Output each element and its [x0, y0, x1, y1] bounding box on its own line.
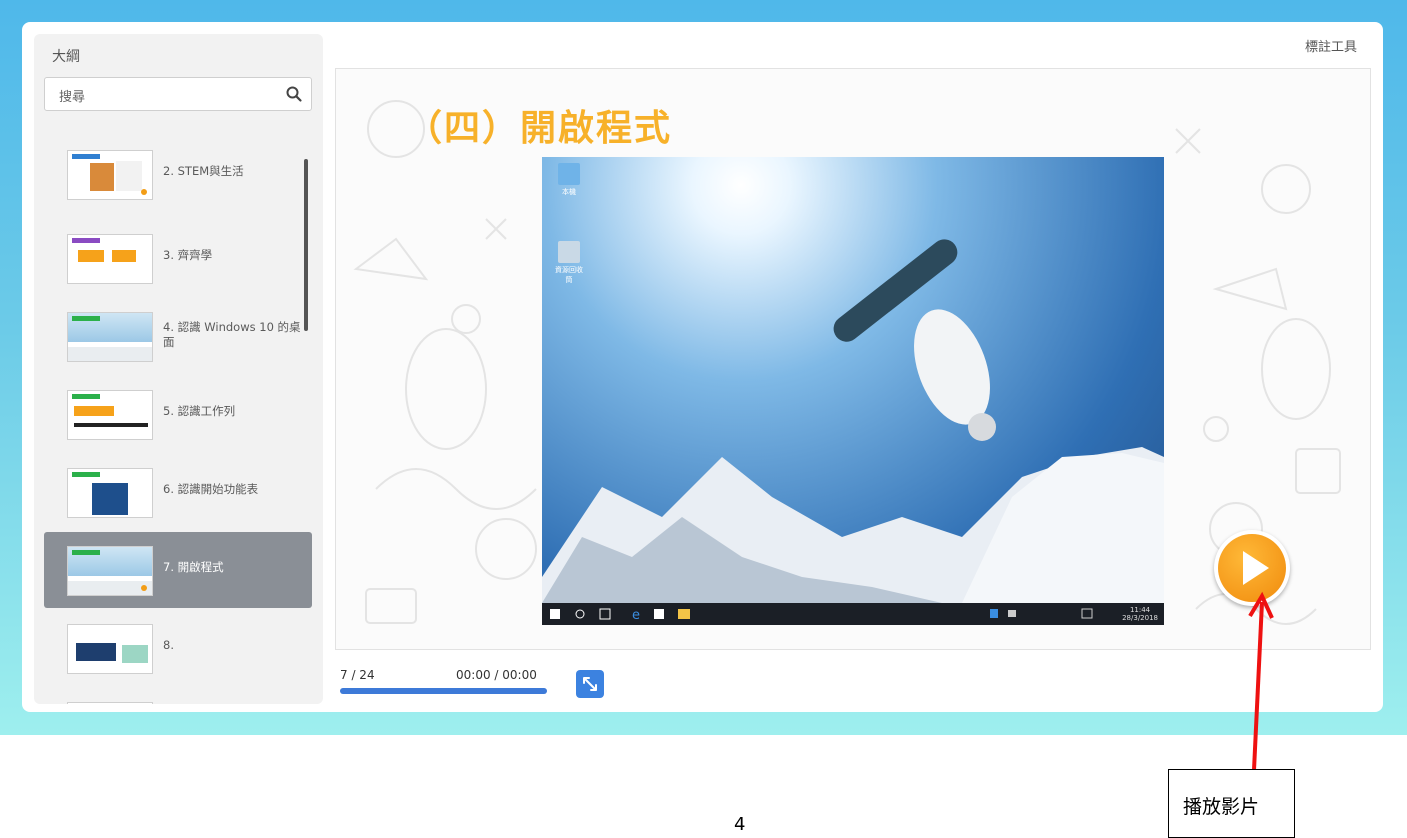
callout-text: 播放影片 [1183, 796, 1260, 818]
desktop-icon-label: 本機 [562, 188, 576, 196]
desktop-icon-recycle-bin[interactable]: 資源回收筒 [552, 241, 586, 285]
page-counter: 7 / 24 [340, 668, 375, 682]
slide-thumbnail [67, 234, 153, 284]
outline-panel: 大綱 搜尋 2. STEM與生活 3. 齊齊學 4. 認識 Windows 10… [34, 34, 323, 704]
slide-thumbnail [67, 702, 153, 704]
snowboarder-image [542, 239, 1164, 603]
slide-thumbnail [67, 150, 153, 200]
search-placeholder: 搜尋 [59, 90, 86, 105]
slide-list-item[interactable]: 3. 齊齊學 [44, 220, 312, 296]
outline-title: 大綱 [52, 49, 80, 65]
desktop-icon-this-pc[interactable]: 本機 [552, 163, 586, 197]
slide-list-item[interactable] [44, 688, 312, 704]
annotation-arrow [1248, 591, 1274, 771]
presentation-viewer: 大綱 搜尋 2. STEM與生活 3. 齊齊學 4. 認識 Windows 10… [22, 22, 1383, 712]
outline-scrollbar[interactable] [304, 159, 308, 331]
slide-list-item-label: 5. 認識工作列 [163, 404, 236, 418]
slide-list-item-label: 7. 開啟程式 [163, 560, 224, 574]
fullscreen-icon [583, 677, 597, 691]
slide-list-item-label: 3. 齊齊學 [163, 248, 213, 262]
slide-list-item-label: 8. [163, 638, 174, 652]
taskbar-icons: e [550, 608, 1093, 623]
search-icon[interactable] [285, 85, 303, 103]
taskbar-clock: 11:44 28/3/2018 [1122, 606, 1158, 622]
slide-list-item-label: 6. 認識開始功能表 [163, 482, 259, 496]
slide-list-item[interactable]: 2. STEM與生活 [44, 136, 312, 212]
svg-text:e: e [632, 608, 640, 623]
slide-thumbnail [67, 390, 153, 440]
clock-time: 11:44 [1129, 606, 1151, 614]
slide-thumbnail [67, 546, 153, 596]
fullscreen-button[interactable] [576, 670, 604, 698]
clock-date: 28/3/2018 [1122, 614, 1158, 622]
search-input[interactable]: 搜尋 [44, 77, 312, 111]
slide-list-item-label: 2. STEM與生活 [163, 164, 244, 178]
slide-list-item-active[interactable]: 7. 開啟程式 [44, 532, 312, 608]
annotation-callout: 播放影片 [1168, 769, 1295, 838]
slide-list-item[interactable]: 5. 認識工作列 [44, 376, 312, 452]
windows-desktop-screenshot: 本機 資源回收筒 e 11:44 28/3/2018 [542, 157, 1164, 625]
desktop-icon-label: 資源回收筒 [555, 266, 583, 284]
slide-title: （四）開啟程式 [406, 108, 673, 149]
slide-thumbnail [67, 624, 153, 674]
taskbar: e 11:44 28/3/2018 [542, 603, 1164, 625]
progress-fill [340, 688, 547, 694]
slide-list-item[interactable]: 8. [44, 610, 312, 686]
slide-list: 2. STEM與生活 3. 齊齊學 4. 認識 Windows 10 的桌面 5… [34, 136, 323, 704]
progress-bar[interactable] [340, 688, 547, 694]
page-number: 4 [734, 814, 746, 835]
slide-thumbnail [67, 312, 153, 362]
time-counter: 00:00 / 00:00 [456, 668, 537, 682]
slide-list-item-label: 4. 認識 Windows 10 的桌面 [163, 320, 301, 349]
slide-list-item[interactable]: 4. 認識 Windows 10 的桌面 [44, 298, 312, 374]
slide-thumbnail [67, 468, 153, 518]
slide-list-item[interactable]: 6. 認識開始功能表 [44, 454, 312, 530]
annotate-tools-button[interactable]: 標註工具 [1305, 36, 1357, 55]
